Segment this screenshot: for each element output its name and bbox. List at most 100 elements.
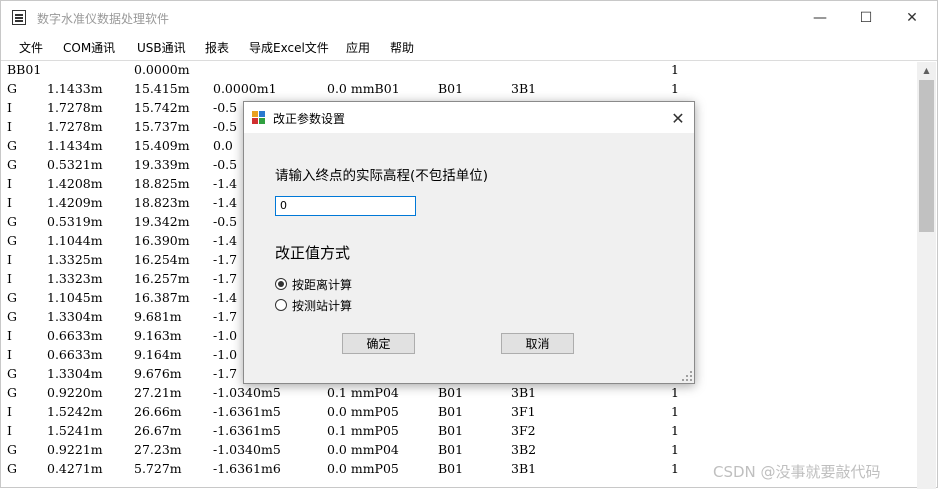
data-cell: 1.7278m bbox=[47, 100, 103, 115]
data-cell: -1.6361m5 bbox=[213, 423, 281, 438]
scroll-thumb[interactable] bbox=[919, 80, 934, 232]
data-cell: 26.67m bbox=[134, 423, 182, 438]
resize-grip-icon[interactable] bbox=[682, 371, 692, 381]
data-cell: B01 bbox=[438, 81, 464, 96]
menu-report[interactable]: 报表 bbox=[205, 39, 229, 56]
vertical-scrollbar[interactable]: ▲ bbox=[917, 62, 936, 489]
data-cell: -1.7 bbox=[213, 366, 238, 381]
data-cell: -1.7 bbox=[213, 309, 238, 324]
data-row: G 0.9221m 27.23m -1.0340m5 0.0 mmP04 B01 3B2 1 bbox=[3, 442, 917, 461]
radio-by-distance[interactable]: 按距离计算 bbox=[275, 276, 425, 294]
data-cell: 16.387m bbox=[134, 290, 190, 305]
radio-circle[interactable] bbox=[275, 299, 287, 311]
scroll-up-icon[interactable]: ▲ bbox=[917, 62, 936, 79]
data-cell: -1.4 bbox=[213, 176, 238, 191]
data-cell: 0.0 bbox=[213, 138, 233, 153]
data-cell: I bbox=[7, 195, 12, 210]
correction-method-title: 改正值方式 bbox=[275, 244, 351, 262]
menu-com[interactable]: COM通讯 bbox=[63, 39, 115, 56]
data-cell: 0.9220m bbox=[47, 385, 103, 400]
data-cell: 1 bbox=[671, 423, 679, 438]
data-cell: 3B1 bbox=[511, 81, 537, 96]
data-cell: G bbox=[7, 214, 17, 229]
data-cell: 26.66m bbox=[134, 404, 182, 419]
data-cell: 1.4208m bbox=[47, 176, 103, 191]
data-cell: G bbox=[7, 290, 17, 305]
data-cell: B01 bbox=[438, 404, 464, 419]
data-cell: B01 bbox=[438, 442, 464, 457]
data-cell: 3F2 bbox=[511, 423, 536, 438]
maximize-button[interactable]: ☐ bbox=[843, 1, 889, 35]
data-cell: 16.254m bbox=[134, 252, 190, 267]
menu-usb[interactable]: USB通讯 bbox=[137, 39, 186, 56]
data-cell: -0.5 bbox=[213, 119, 238, 134]
data-cell: 1 bbox=[671, 62, 679, 77]
radio-by-station[interactable]: 按测站计算 bbox=[275, 297, 425, 315]
data-cell: 15.742m bbox=[134, 100, 190, 115]
cancel-button[interactable]: 取消 bbox=[501, 333, 574, 354]
data-cell: 19.339m bbox=[134, 157, 190, 172]
data-row: G 0.9220m 27.21m -1.0340m5 0.1 mmP04 B01 3B1 1 bbox=[3, 385, 917, 404]
menu-export-excel[interactable]: 导成Excel文件 bbox=[249, 39, 329, 56]
correction-params-dialog: 改正参数设置 ✕ 请输入终点的实际高程(不包括单位) 0 改正值方式 按距离计算… bbox=[243, 101, 695, 384]
watermark: CSDN @没事就要敲代码 bbox=[713, 463, 881, 481]
dialog-app-icon bbox=[252, 111, 266, 125]
menu-help[interactable]: 帮助 bbox=[390, 39, 414, 56]
data-cell: I bbox=[7, 100, 12, 115]
data-cell: 1.7278m bbox=[47, 119, 103, 134]
data-cell: -1.7 bbox=[213, 252, 238, 267]
data-cell: 1.3323m bbox=[47, 271, 103, 286]
data-cell: 1.3304m bbox=[47, 366, 103, 381]
data-cell: G bbox=[7, 442, 17, 457]
data-cell: 0.0 mmP04 bbox=[327, 442, 399, 457]
data-cell: G bbox=[7, 366, 17, 381]
data-cell: 27.21m bbox=[134, 385, 182, 400]
data-cell: I bbox=[7, 328, 12, 343]
close-button[interactable]: ✕ bbox=[889, 1, 935, 35]
data-cell: B01 bbox=[438, 461, 464, 476]
data-cell: I bbox=[7, 347, 12, 362]
data-cell: 18.825m bbox=[134, 176, 190, 191]
data-cell: -1.4 bbox=[213, 290, 238, 305]
data-cell: -1.0340m5 bbox=[213, 442, 281, 457]
data-cell: 1.3325m bbox=[47, 252, 103, 267]
data-cell: -1.0 bbox=[213, 347, 238, 362]
data-cell: 1 bbox=[671, 404, 679, 419]
data-cell: 1 bbox=[671, 461, 679, 476]
data-cell: 0.6633m bbox=[47, 328, 103, 343]
data-cell: G bbox=[7, 461, 17, 476]
ok-button[interactable]: 确定 bbox=[342, 333, 415, 354]
menu-file[interactable]: 文件 bbox=[19, 39, 43, 56]
data-cell: 1.4209m bbox=[47, 195, 103, 210]
radio-label: 按测站计算 bbox=[292, 299, 353, 313]
data-cell: G bbox=[7, 309, 17, 324]
data-cell: 1 bbox=[671, 442, 679, 457]
radio-circle[interactable] bbox=[275, 278, 287, 290]
data-cell: I bbox=[7, 271, 12, 286]
menu-separator bbox=[1, 60, 937, 61]
title-bar: 数字水准仪数据处理软件 — ☐ ✕ bbox=[1, 1, 937, 35]
data-cell: 15.409m bbox=[134, 138, 190, 153]
data-cell: G bbox=[7, 81, 17, 96]
data-cell: 0.5319m bbox=[47, 214, 103, 229]
elevation-input[interactable]: 0 bbox=[275, 196, 416, 216]
data-cell: I bbox=[7, 404, 12, 419]
data-cell: 3F1 bbox=[511, 404, 536, 419]
data-cell: 1 bbox=[671, 81, 679, 96]
data-cell: 3B1 bbox=[511, 461, 537, 476]
data-cell: -1.6361m6 bbox=[213, 461, 281, 476]
data-cell: -1.4 bbox=[213, 233, 238, 248]
data-cell: -1.7 bbox=[213, 271, 238, 286]
data-cell: 0.0000m1 bbox=[213, 81, 277, 96]
data-cell: 0.0 mmB01 bbox=[327, 81, 400, 96]
data-cell: 1.3304m bbox=[47, 309, 103, 324]
data-cell: 1.1044m bbox=[47, 233, 103, 248]
minimize-button[interactable]: — bbox=[797, 1, 843, 35]
dialog-close-icon[interactable]: ✕ bbox=[664, 106, 692, 130]
data-cell: I bbox=[7, 252, 12, 267]
data-cell: 0.4271m bbox=[47, 461, 103, 476]
data-cell: 9.676m bbox=[134, 366, 182, 381]
data-cell: I bbox=[7, 423, 12, 438]
data-cell: 5.727m bbox=[134, 461, 182, 476]
menu-apply[interactable]: 应用 bbox=[346, 39, 370, 56]
